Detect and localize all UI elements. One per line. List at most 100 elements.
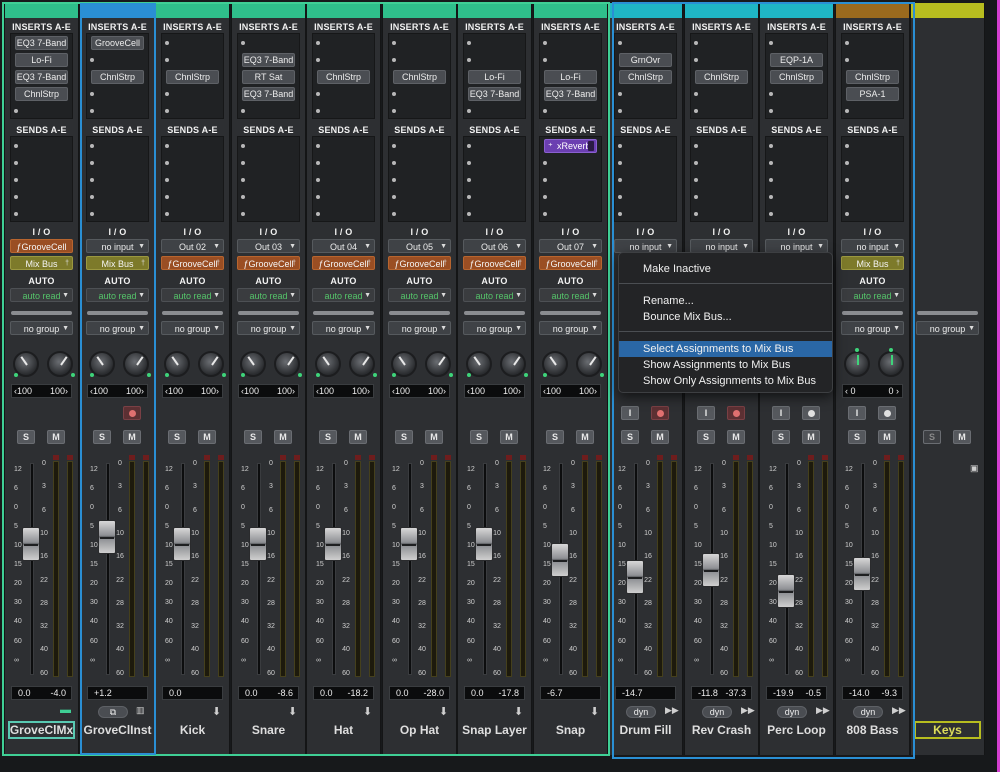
insert-slot[interactable]	[11, 103, 72, 120]
insert-plugin[interactable]: EQP-1A	[770, 53, 823, 67]
insert-slot[interactable]	[238, 35, 299, 52]
output-selector[interactable]: Mix Bus †	[10, 256, 73, 270]
send-slot[interactable]	[11, 138, 72, 155]
track-name[interactable]: GroveClInst	[81, 721, 154, 739]
arrow-down-icon[interactable]: ⬇	[439, 705, 448, 718]
insert-slot[interactable]: ChnlStrp	[691, 69, 752, 86]
insert-slot[interactable]: EQ3 7-Band	[11, 69, 72, 86]
insert-slot[interactable]: ChnlStrp	[842, 69, 903, 86]
send-slot[interactable]	[11, 206, 72, 223]
send-slot[interactable]	[540, 172, 601, 189]
automation-mode[interactable]: auto read ▼	[161, 288, 224, 302]
insert-slot[interactable]	[691, 52, 752, 69]
record-arm-button[interactable]	[651, 406, 669, 420]
insert-slot[interactable]: EQ3 7-Band	[238, 86, 299, 103]
send-slot[interactable]	[11, 189, 72, 206]
mute-button[interactable]: M	[878, 430, 896, 444]
pan-knob[interactable]	[47, 351, 75, 377]
context-menu-item[interactable]: Show Only Assignments to Mix Bus	[619, 373, 832, 389]
send-slot[interactable]	[464, 189, 525, 206]
insert-plugin[interactable]: ChnlStrp	[393, 70, 446, 84]
pan-knob[interactable]	[576, 351, 604, 377]
send-slot[interactable]	[238, 206, 299, 223]
group-selector[interactable]: no group ▼	[86, 321, 149, 335]
insert-plugin[interactable]: EQ3 7-Band	[242, 53, 295, 67]
send-slot[interactable]	[615, 138, 676, 155]
send-slot[interactable]	[11, 172, 72, 189]
forward-icon[interactable]: ▶▶	[892, 705, 906, 716]
insert-slot[interactable]	[389, 52, 450, 69]
send-slot[interactable]	[842, 138, 903, 155]
send-slot[interactable]	[464, 172, 525, 189]
input-selector[interactable]: ƒGrooveCell	[10, 239, 73, 253]
insert-slot[interactable]	[615, 103, 676, 120]
automation-mode[interactable]: auto read ▼	[10, 288, 73, 302]
insert-plugin[interactable]: Lo-Fi	[544, 70, 597, 84]
context-menu-item[interactable]: Make Inactive	[619, 261, 832, 277]
track-name[interactable]: Drum Fill	[609, 721, 682, 739]
record-arm-button[interactable]	[123, 406, 141, 420]
send-slot[interactable]: ⁺ xReverb	[540, 138, 601, 155]
mute-button[interactable]: M	[47, 430, 65, 444]
insert-slot[interactable]	[464, 103, 525, 120]
send-slot[interactable]	[766, 206, 827, 223]
insert-slot[interactable]	[691, 86, 752, 103]
group-selector[interactable]: no group ▼	[539, 321, 602, 335]
send-slot[interactable]	[766, 172, 827, 189]
mute-button[interactable]: M	[425, 430, 443, 444]
track-name[interactable]: Op Hat	[383, 721, 456, 739]
insert-slot[interactable]	[162, 35, 223, 52]
pan-knob[interactable]	[349, 351, 377, 377]
pan-knob[interactable]	[844, 348, 870, 377]
solo-button[interactable]: S	[772, 430, 790, 444]
insert-slot[interactable]	[842, 103, 903, 120]
context-menu-item[interactable]: Rename...	[619, 293, 832, 309]
mute-button[interactable]: M	[274, 430, 292, 444]
send-slot[interactable]	[389, 189, 450, 206]
insert-slot[interactable]: EQ3 7-Band	[11, 35, 72, 52]
insert-slot[interactable]	[464, 35, 525, 52]
send-slot[interactable]	[87, 206, 148, 223]
output-selector[interactable]: Mix Bus †	[841, 256, 904, 270]
mute-button[interactable]: M	[953, 430, 971, 444]
insert-plugin[interactable]: ChnlStrp	[619, 70, 672, 84]
send-plugin[interactable]: ⁺ xReverb	[544, 139, 597, 153]
mute-button[interactable]: M	[727, 430, 745, 444]
dyn-badge[interactable]: dyn	[626, 706, 656, 718]
insert-plugin[interactable]: ChnlStrp	[317, 70, 370, 84]
insert-plugin[interactable]: EQ3 7-Band	[15, 36, 68, 50]
mute-button[interactable]: M	[123, 430, 141, 444]
insert-slot[interactable]	[389, 103, 450, 120]
send-slot[interactable]	[540, 206, 601, 223]
track-name[interactable]: Snap	[534, 721, 607, 739]
insert-slot[interactable]: ChnlStrp	[162, 69, 223, 86]
automation-mode[interactable]: auto read ▼	[388, 288, 451, 302]
pan-knob[interactable]	[13, 351, 39, 377]
send-slot[interactable]	[87, 172, 148, 189]
insert-plugin[interactable]: GrnOvr	[619, 53, 672, 67]
send-slot[interactable]	[87, 155, 148, 172]
insert-slot[interactable]: EQP-1A	[766, 52, 827, 69]
insert-plugin[interactable]: ChnlStrp	[166, 70, 219, 84]
send-slot[interactable]	[389, 155, 450, 172]
send-slot[interactable]	[615, 172, 676, 189]
insert-plugin[interactable]: Lo-Fi	[15, 53, 68, 67]
insert-slot[interactable]: GrnOvr	[615, 52, 676, 69]
mute-button[interactable]: M	[651, 430, 669, 444]
pan-knob[interactable]	[878, 348, 904, 377]
insert-slot[interactable]	[389, 86, 450, 103]
pan-knob[interactable]	[466, 351, 492, 377]
send-slot[interactable]	[313, 189, 374, 206]
volume-fader[interactable]	[98, 520, 116, 555]
send-slot[interactable]	[313, 206, 374, 223]
automation-mode[interactable]: auto read ▼	[841, 288, 904, 302]
pan-knob[interactable]	[274, 351, 302, 377]
group-selector[interactable]: no group ▼	[312, 321, 375, 335]
input-selector[interactable]: no input ▼	[86, 239, 149, 253]
instrument-badge[interactable]: ⧉	[98, 706, 128, 718]
record-arm-button[interactable]	[727, 406, 745, 420]
input-selector[interactable]: Out 02 ▼	[161, 239, 224, 253]
insert-slot[interactable]: ChnlStrp	[615, 69, 676, 86]
input-monitor-button[interactable]: I	[848, 406, 866, 420]
pan-knob[interactable]	[123, 351, 151, 377]
